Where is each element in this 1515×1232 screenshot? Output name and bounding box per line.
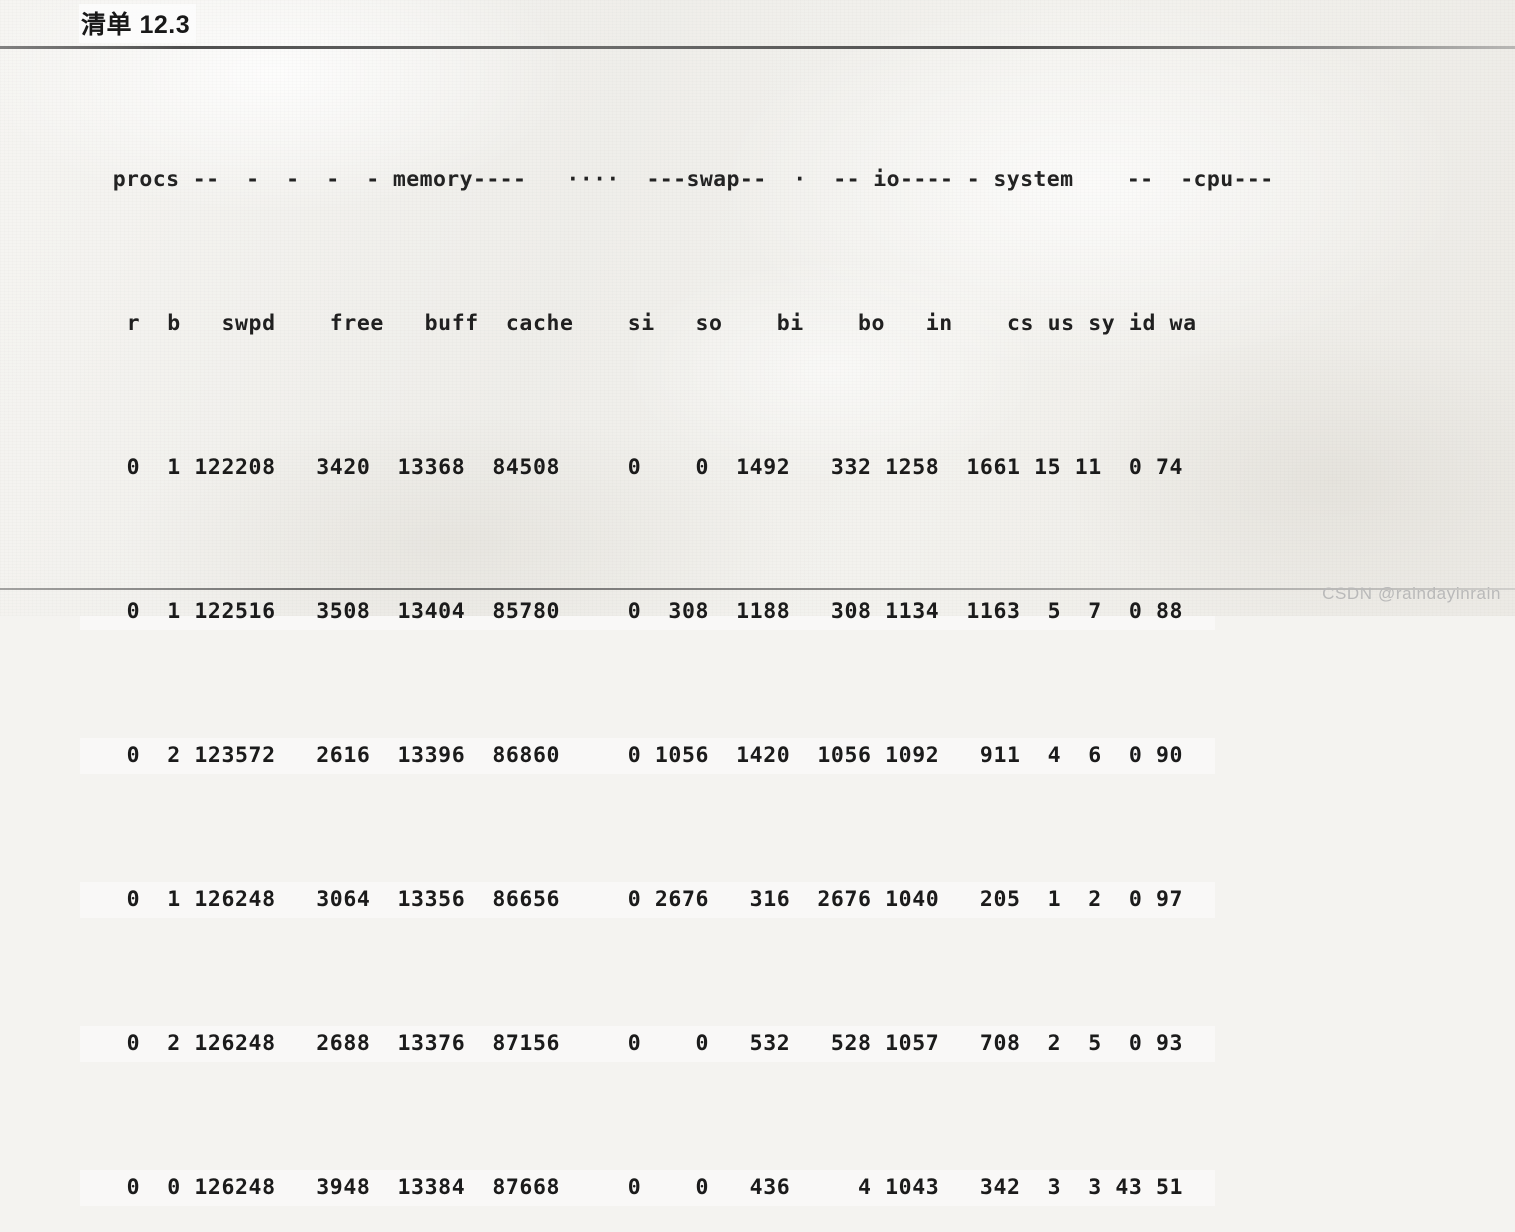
vmstat-listing: procs -- - - - - memory---- ···· ---swap… bbox=[0, 60, 1515, 1232]
table-row: 0 0 126248 3948 13384 87668 0 0 436 4 10… bbox=[0, 1164, 1515, 1212]
table-row: 0 1 122516 3508 13404 85780 0 308 1188 3… bbox=[0, 588, 1515, 636]
table-row: 0 1 126248 3064 13356 86656 0 2676 316 2… bbox=[0, 876, 1515, 924]
vmstat-column-header-row: r b swpd free buff cache si so bi bo in … bbox=[0, 300, 1515, 348]
row-text: 0 1 122516 3508 13404 85780 0 308 1188 3… bbox=[86, 599, 1184, 624]
title-divider-rule bbox=[0, 46, 1515, 49]
table-row: 0 2 126248 2688 13376 87156 0 0 532 528 … bbox=[0, 1020, 1515, 1068]
row-text: 0 2 126248 2688 13376 87156 0 0 532 528 … bbox=[86, 1031, 1184, 1056]
group-header-text: procs -- - - - - memory---- ···· ---swap… bbox=[86, 167, 1274, 192]
row-text: 0 1 126248 3064 13356 86656 0 2676 316 2… bbox=[86, 887, 1184, 912]
row-text: 0 0 126248 3948 13384 87668 0 0 436 4 10… bbox=[86, 1175, 1184, 1200]
row-text: 0 2 123572 2616 13396 86860 0 1056 1420 … bbox=[86, 743, 1184, 768]
page-title: 清单 12.3 bbox=[79, 4, 197, 43]
table-row: 0 1 122208 3420 13368 84508 0 0 1492 332… bbox=[0, 444, 1515, 492]
row-text: 0 1 122208 3420 13368 84508 0 0 1492 332… bbox=[86, 455, 1184, 480]
vmstat-group-header-row: procs -- - - - - memory---- ···· ---swap… bbox=[0, 156, 1515, 204]
column-header-text: r b swpd free buff cache si so bi bo in … bbox=[86, 311, 1197, 336]
bottom-divider-rule bbox=[0, 588, 1515, 590]
table-row: 0 2 123572 2616 13396 86860 0 1056 1420 … bbox=[0, 732, 1515, 780]
csdn-watermark: CSDN @raindayinrain bbox=[1322, 584, 1501, 603]
